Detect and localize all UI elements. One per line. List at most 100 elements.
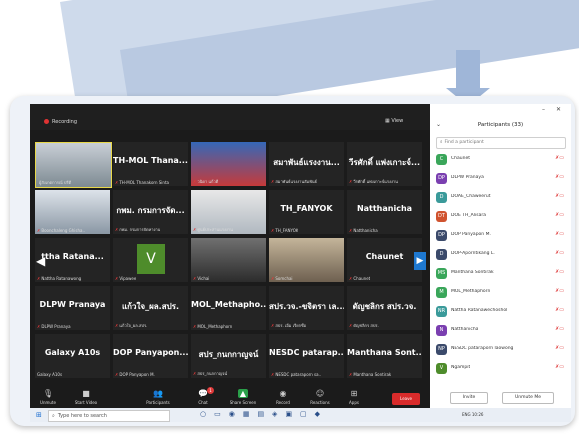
tile-label: ✗ศูนย์ประสานแรงงาน	[193, 227, 233, 232]
avatar: NR	[436, 306, 447, 317]
video-tile[interactable]: MOL_Methapho... ✗MOL_Methaphorn	[191, 286, 266, 330]
tile-label: ✗Vipawee	[115, 276, 137, 281]
participant-item[interactable]: V Ngampit ✗▭	[436, 363, 564, 375]
reactions-button[interactable]: ☺ Reactions	[302, 389, 338, 405]
mic-muted-icon: ✗▭	[555, 193, 564, 199]
tile-name: MOL_Methapho...	[191, 300, 266, 309]
video-tile[interactable]: DLPW Pranaya ✗DLPW Pranaya	[35, 286, 110, 330]
leave-button[interactable]: Leave	[392, 393, 420, 405]
video-tile[interactable]: Natthanicha ✗Natthanicha	[347, 190, 422, 234]
tile-label: ✗Boonchaleng Ghisha..	[37, 228, 85, 233]
tile-label: ✗วีรศักดิ์ แพ่งเกาะจ์แรงงาน	[349, 179, 398, 184]
participant-name: DOE TH_Alisara	[451, 213, 486, 218]
mic-muted-icon: ✗	[115, 180, 119, 185]
participant-item[interactable]: N Natthanicha ✗▭	[436, 325, 564, 337]
participant-item[interactable]: M MOL_Methaphorn ✗▭	[436, 287, 564, 299]
people-icon: 👥	[153, 389, 163, 398]
tile-label: ✗แก้วใจ_ผล.สปร.	[115, 323, 148, 328]
previous-page-icon[interactable]: ◀	[36, 254, 45, 268]
participant-item[interactable]: DP DLPW Pranaya ✗▭	[436, 173, 564, 185]
mic-muted-icon: ✗	[349, 372, 353, 377]
mic-muted-icon: ✗▭	[555, 326, 564, 332]
start-video-button[interactable]: ■ Start Video	[68, 389, 104, 405]
apps-button[interactable]: ⊞ Apps	[336, 389, 372, 405]
video-tile[interactable]: ttha Ratana... ✗Nattha Ratanawong	[35, 238, 110, 282]
video-tile[interactable]: สมาพันธ์แรงงาน... ✗สมาพันธ์แรงงานสัมพันธ์	[269, 142, 344, 186]
mic-muted-icon: ✗	[271, 372, 275, 377]
participant-name: DOAE_Chaweerut	[451, 194, 491, 199]
invite-button[interactable]: Invite	[450, 392, 488, 404]
video-tile[interactable]: TH_FANYOK ✗TH_FANYOK	[269, 190, 344, 234]
share-screen-button[interactable]: ▲ Share Screen	[225, 389, 261, 405]
tile-label: ✗วนิดา แก้วดี	[193, 179, 219, 184]
participant-name: Ngampit	[451, 365, 471, 370]
share-screen-icon: ▲	[238, 389, 248, 398]
video-tile[interactable]: สปร_กนกกาญจน์ ✗สปร_กนกกาญจน์	[191, 334, 266, 378]
avatar: V	[436, 363, 447, 374]
avatar: M	[436, 287, 447, 298]
tile-name: สมาพันธ์แรงงาน...	[273, 158, 340, 167]
tile-label: ✗Nattha Ratanawong	[37, 276, 82, 281]
tile-label: ✗NESDC pataraporn sa..	[271, 372, 322, 377]
participant-item[interactable]: DT DOE TH_Alisara ✗▭	[436, 211, 564, 223]
minimize-icon[interactable]: –	[542, 106, 545, 113]
chat-button[interactable]: 💬 1 Chat	[185, 387, 221, 405]
video-tile[interactable]: สปร.วจ.-ขจิตรา เล... ✗สปร. เอิ่ม เรียกชื่…	[269, 286, 344, 330]
video-tile[interactable]: แก้วใจ_ผล.สปร. ✗แก้วใจ_ผล.สปร.	[113, 286, 188, 330]
video-grid: ผู้สังเกตการณ์ ปรีดี TH-MOL Thana... ✗TH-…	[35, 142, 425, 382]
mic-muted-icon: ✗▭	[555, 269, 564, 275]
participant-name: Nattha Ratanawechoshol	[451, 308, 508, 313]
video-tile[interactable]: ✗Somchai	[269, 238, 344, 282]
close-icon[interactable]: ✕	[556, 106, 561, 113]
participant-name: Natthanicha	[451, 327, 479, 332]
video-tile[interactable]: ผู้สังเกตการณ์ ปรีดี	[35, 142, 112, 188]
participant-item[interactable]: D DOP-Aporntikang L. ✗▭	[436, 249, 564, 261]
view-button[interactable]: ▦ View	[385, 118, 403, 124]
windows-start-icon[interactable]: ⊞	[36, 411, 42, 419]
mic-muted-icon: ✗	[193, 371, 197, 376]
video-tile[interactable]: Galaxy A10s Galaxy A10s	[35, 334, 110, 378]
video-tile[interactable]: ✗วนิดา แก้วดี	[191, 142, 266, 186]
video-tile[interactable]: V ✗Vipawee	[113, 238, 188, 282]
participant-item[interactable]: C Chaunet ✗▭	[436, 154, 564, 166]
tile-label: ผู้สังเกตการณ์ ปรีดี	[39, 180, 72, 185]
video-tile[interactable]: กพม. กรมการจัด... ✗กพม. กรมการจัดหางาน	[113, 190, 188, 234]
tile-label: ✗TH_FANYOK	[271, 228, 299, 233]
tile-label: ✗สมาพันธ์แรงงานสัมพันธ์	[271, 179, 317, 184]
video-tile[interactable]: Manthana Sont... ✗Manthana Sontirak	[347, 334, 422, 378]
taskbar-search-input[interactable]: ⌕ Type here to search	[48, 410, 170, 422]
unmute-button[interactable]: 🎙 Unmute	[30, 389, 66, 405]
mic-muted-icon: ✗	[115, 227, 119, 232]
video-tile[interactable]: วีรศักดิ์ แพ่งเกาะจ์... ✗วีรศักดิ์ แพ่งเก…	[347, 142, 422, 186]
video-tile[interactable]: ดัญชลิกร สปร.วจ. ✗ดัญชลิกร สปร.	[347, 286, 422, 330]
video-tile[interactable]: ✗ศูนย์ประสานแรงงาน	[191, 190, 266, 234]
mic-muted-icon: ✗▭	[555, 231, 564, 237]
video-tile[interactable]: TH-MOL Thana... ✗TH-MOL Thanakorn Sinta	[113, 142, 188, 186]
mic-muted-icon: ✗	[193, 227, 197, 232]
meeting-topbar: Recording ▦ View	[30, 104, 430, 130]
participant-name: DOP-Aporntikang L.	[451, 251, 495, 256]
record-button[interactable]: ◉ Record	[265, 389, 301, 405]
video-tile[interactable]: ✗Boonchaleng Ghisha..	[35, 190, 110, 234]
tile-label: ✗Manthana Sontirak	[349, 372, 392, 377]
video-tile[interactable]: ✗Vichai	[191, 238, 266, 282]
participant-item[interactable]: NP NESDC pataraporn laowong ✗▭	[436, 344, 564, 356]
next-page-icon[interactable]: ▶	[414, 252, 426, 270]
taskbar-app-icons[interactable]: ○▭◉▦▤◈▣▢◆	[200, 410, 328, 418]
participant-item[interactable]: NR Nattha Ratanawechoshol ✗▭	[436, 306, 564, 318]
participant-item[interactable]: MS Manthana Sontirak ✗▭	[436, 268, 564, 280]
participant-search-input[interactable]: ⌕ Find a participant	[436, 137, 566, 149]
mic-muted-icon: ✗	[271, 276, 275, 281]
video-tile[interactable]: NESDC patarap... ✗NESDC pataraporn sa..	[269, 334, 344, 378]
participant-item[interactable]: DP DOP Panyapon M. ✗▭	[436, 230, 564, 242]
recording-indicator[interactable]: Recording	[44, 119, 77, 125]
unmute-me-button[interactable]: Unmute Me	[502, 392, 554, 404]
video-tile[interactable]: Chaunet ✗Chaunet	[347, 238, 422, 282]
participants-button[interactable]: 👥 Participants	[140, 389, 176, 405]
video-tile[interactable]: DOP Panyapon... ✗DOP Panyapon M.	[113, 334, 188, 378]
tile-name: ดัญชลิกร สปร.วจ.	[352, 302, 417, 311]
participant-item[interactable]: D DOAE_Chaweerut ✗▭	[436, 192, 564, 204]
mic-muted-icon: ✗▭	[555, 307, 564, 313]
tile-name: TH_FANYOK	[280, 204, 333, 213]
avatar: DP	[436, 173, 447, 184]
